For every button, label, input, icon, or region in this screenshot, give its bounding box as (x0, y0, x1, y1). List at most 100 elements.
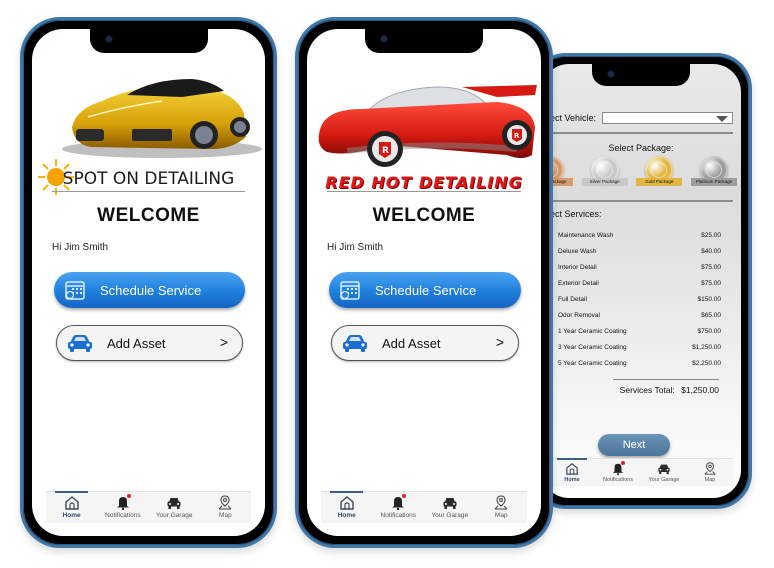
service-name: Maintenance Wash (558, 231, 614, 239)
service-name: Deluxe Wash (558, 247, 597, 255)
tab-your-garage[interactable]: Your Garage (149, 492, 200, 523)
tab-home[interactable]: Home (549, 458, 595, 486)
service-price: $750.00 (697, 327, 722, 335)
service-row[interactable]: Deluxe Wash $40.00 (545, 243, 721, 259)
tab-map[interactable]: Map (200, 492, 251, 523)
add-asset-label: Add Asset (382, 335, 441, 351)
service-row[interactable]: Interior Detail $75.00 (545, 259, 721, 275)
tab-label: Home (337, 512, 356, 519)
tab-bar: Home Notifications Your Garage Map (46, 491, 251, 523)
tab-label: Your Garage (431, 512, 469, 519)
car-icon (658, 464, 670, 475)
brand-name: RED HOT DETAILING (325, 173, 523, 192)
welcome-heading: WELCOME (97, 205, 200, 226)
service-price: $1,250.00 (692, 343, 721, 351)
package-option[interactable]: Silver Package (581, 156, 628, 194)
home-icon (64, 496, 79, 510)
service-row[interactable]: 5 Year Ceramic Coating $2,250.00 (545, 355, 721, 371)
tab-label: Home (564, 477, 580, 483)
tab-bar: Home Notifications Your Garage Map (321, 491, 527, 523)
total-value: $1,250.00 (681, 385, 719, 395)
package-option[interactable]: Platinum Package (690, 156, 737, 194)
service-row[interactable]: Maintenance Wash $25.00 (545, 227, 721, 243)
schedule-service-label: Schedule Service (375, 282, 477, 298)
home-icon (340, 496, 354, 510)
tab-your-garage[interactable]: Your Garage (424, 492, 476, 523)
sports-car-image (62, 79, 262, 158)
service-price: $2,250.00 (692, 359, 721, 367)
service-price: $150.00 (697, 295, 722, 303)
greeting-text: Hi Jim Smith (327, 242, 384, 253)
service-name: 3 Year Ceramic Coating (558, 343, 627, 351)
tab-bar: Home Notifications Your Garage Map (549, 458, 733, 486)
map-pin-icon (494, 495, 508, 510)
package-list: Bronze PackageSilver PackageGold Package… (541, 156, 737, 194)
welcome-heading: WELCOME (372, 205, 476, 226)
service-row[interactable]: Exterior Detail $75.00 (545, 275, 721, 291)
camera-icon (381, 36, 387, 42)
package-option[interactable]: Gold Package (636, 156, 683, 194)
tab-notifications[interactable]: Notifications (373, 492, 425, 523)
tab-home[interactable]: Home (321, 491, 373, 523)
car-icon (443, 498, 457, 509)
camera-icon (608, 71, 614, 77)
add-asset-button[interactable]: Add Asset > (56, 325, 243, 361)
total-label: Services Total: (619, 385, 675, 395)
phone-notch (365, 29, 483, 53)
tab-label: Map (494, 512, 508, 519)
divider (541, 200, 733, 202)
tab-map[interactable]: Map (687, 459, 733, 486)
tab-notifications[interactable]: Notifications (97, 492, 148, 523)
tab-map[interactable]: Map (476, 492, 528, 523)
tab-label: Home (62, 512, 81, 519)
service-price: $25.00 (701, 231, 721, 239)
phone-notch (592, 64, 690, 86)
schedule-service-button[interactable]: Schedule Service (329, 272, 521, 308)
tab-label: Notifications (380, 512, 416, 519)
map-pin-icon (704, 462, 716, 475)
service-name: Full Detail (558, 295, 587, 303)
divider (541, 132, 733, 134)
phone-red-hot-detailing: R R RED HOT DETAILING WELCOME Hi Jim Smi… (295, 17, 553, 548)
service-price: $65.00 (701, 311, 721, 319)
chevron-right-icon: > (495, 334, 504, 350)
tab-home[interactable]: Home (46, 491, 97, 523)
home-screen: R R RED HOT DETAILING WELCOME Hi Jim Smi… (307, 29, 541, 536)
next-button[interactable]: Next (598, 434, 670, 456)
notification-badge (621, 461, 625, 465)
brand-name: SPOT ON DETAILING (62, 169, 235, 189)
car-icon (68, 335, 92, 352)
service-row[interactable]: Full Detail $150.00 (545, 291, 721, 307)
calendar-icon (340, 281, 360, 300)
calendar-icon (65, 281, 85, 300)
map-pin-icon (219, 495, 232, 510)
tab-notifications[interactable]: Notifications (595, 459, 641, 486)
schedule-service-button[interactable]: Schedule Service (54, 272, 245, 308)
tab-your-garage[interactable]: Your Garage (641, 459, 687, 486)
service-row[interactable]: 1 Year Ceramic Coating $750.00 (545, 323, 721, 339)
select-services-screen: Select Vehicle: Select Package: Bronze P… (541, 64, 741, 498)
divider (327, 191, 521, 192)
home-screen: SPOT ON DETAILING WELCOME Hi Jim Smith S… (32, 29, 265, 536)
tab-label: Your Garage (648, 477, 680, 483)
package-label: Platinum Package (690, 178, 737, 186)
service-row[interactable]: 3 Year Ceramic Coating $1,250.00 (545, 339, 721, 355)
service-price: $40.00 (701, 247, 721, 255)
phone-select-services: Select Vehicle: Select Package: Bronze P… (530, 53, 752, 509)
divider (613, 379, 719, 380)
add-asset-button[interactable]: Add Asset > (331, 325, 519, 361)
svg-text:R: R (514, 132, 520, 140)
car-icon (167, 498, 181, 509)
package-label: Silver Package (581, 178, 628, 186)
vehicle-row: Select Vehicle: (541, 112, 733, 124)
package-title: Select Package: (608, 143, 674, 153)
svg-text:R: R (382, 146, 389, 156)
service-price: $75.00 (701, 279, 721, 287)
dropdown-caret-icon (716, 116, 728, 122)
service-price: $75.00 (701, 263, 721, 271)
concept-car-image: R R (318, 85, 537, 167)
package-label: Gold Package (636, 178, 683, 186)
phone-notch (89, 29, 208, 53)
service-row[interactable]: Odor Removal $65.00 (545, 307, 721, 323)
vehicle-select[interactable] (602, 112, 733, 124)
